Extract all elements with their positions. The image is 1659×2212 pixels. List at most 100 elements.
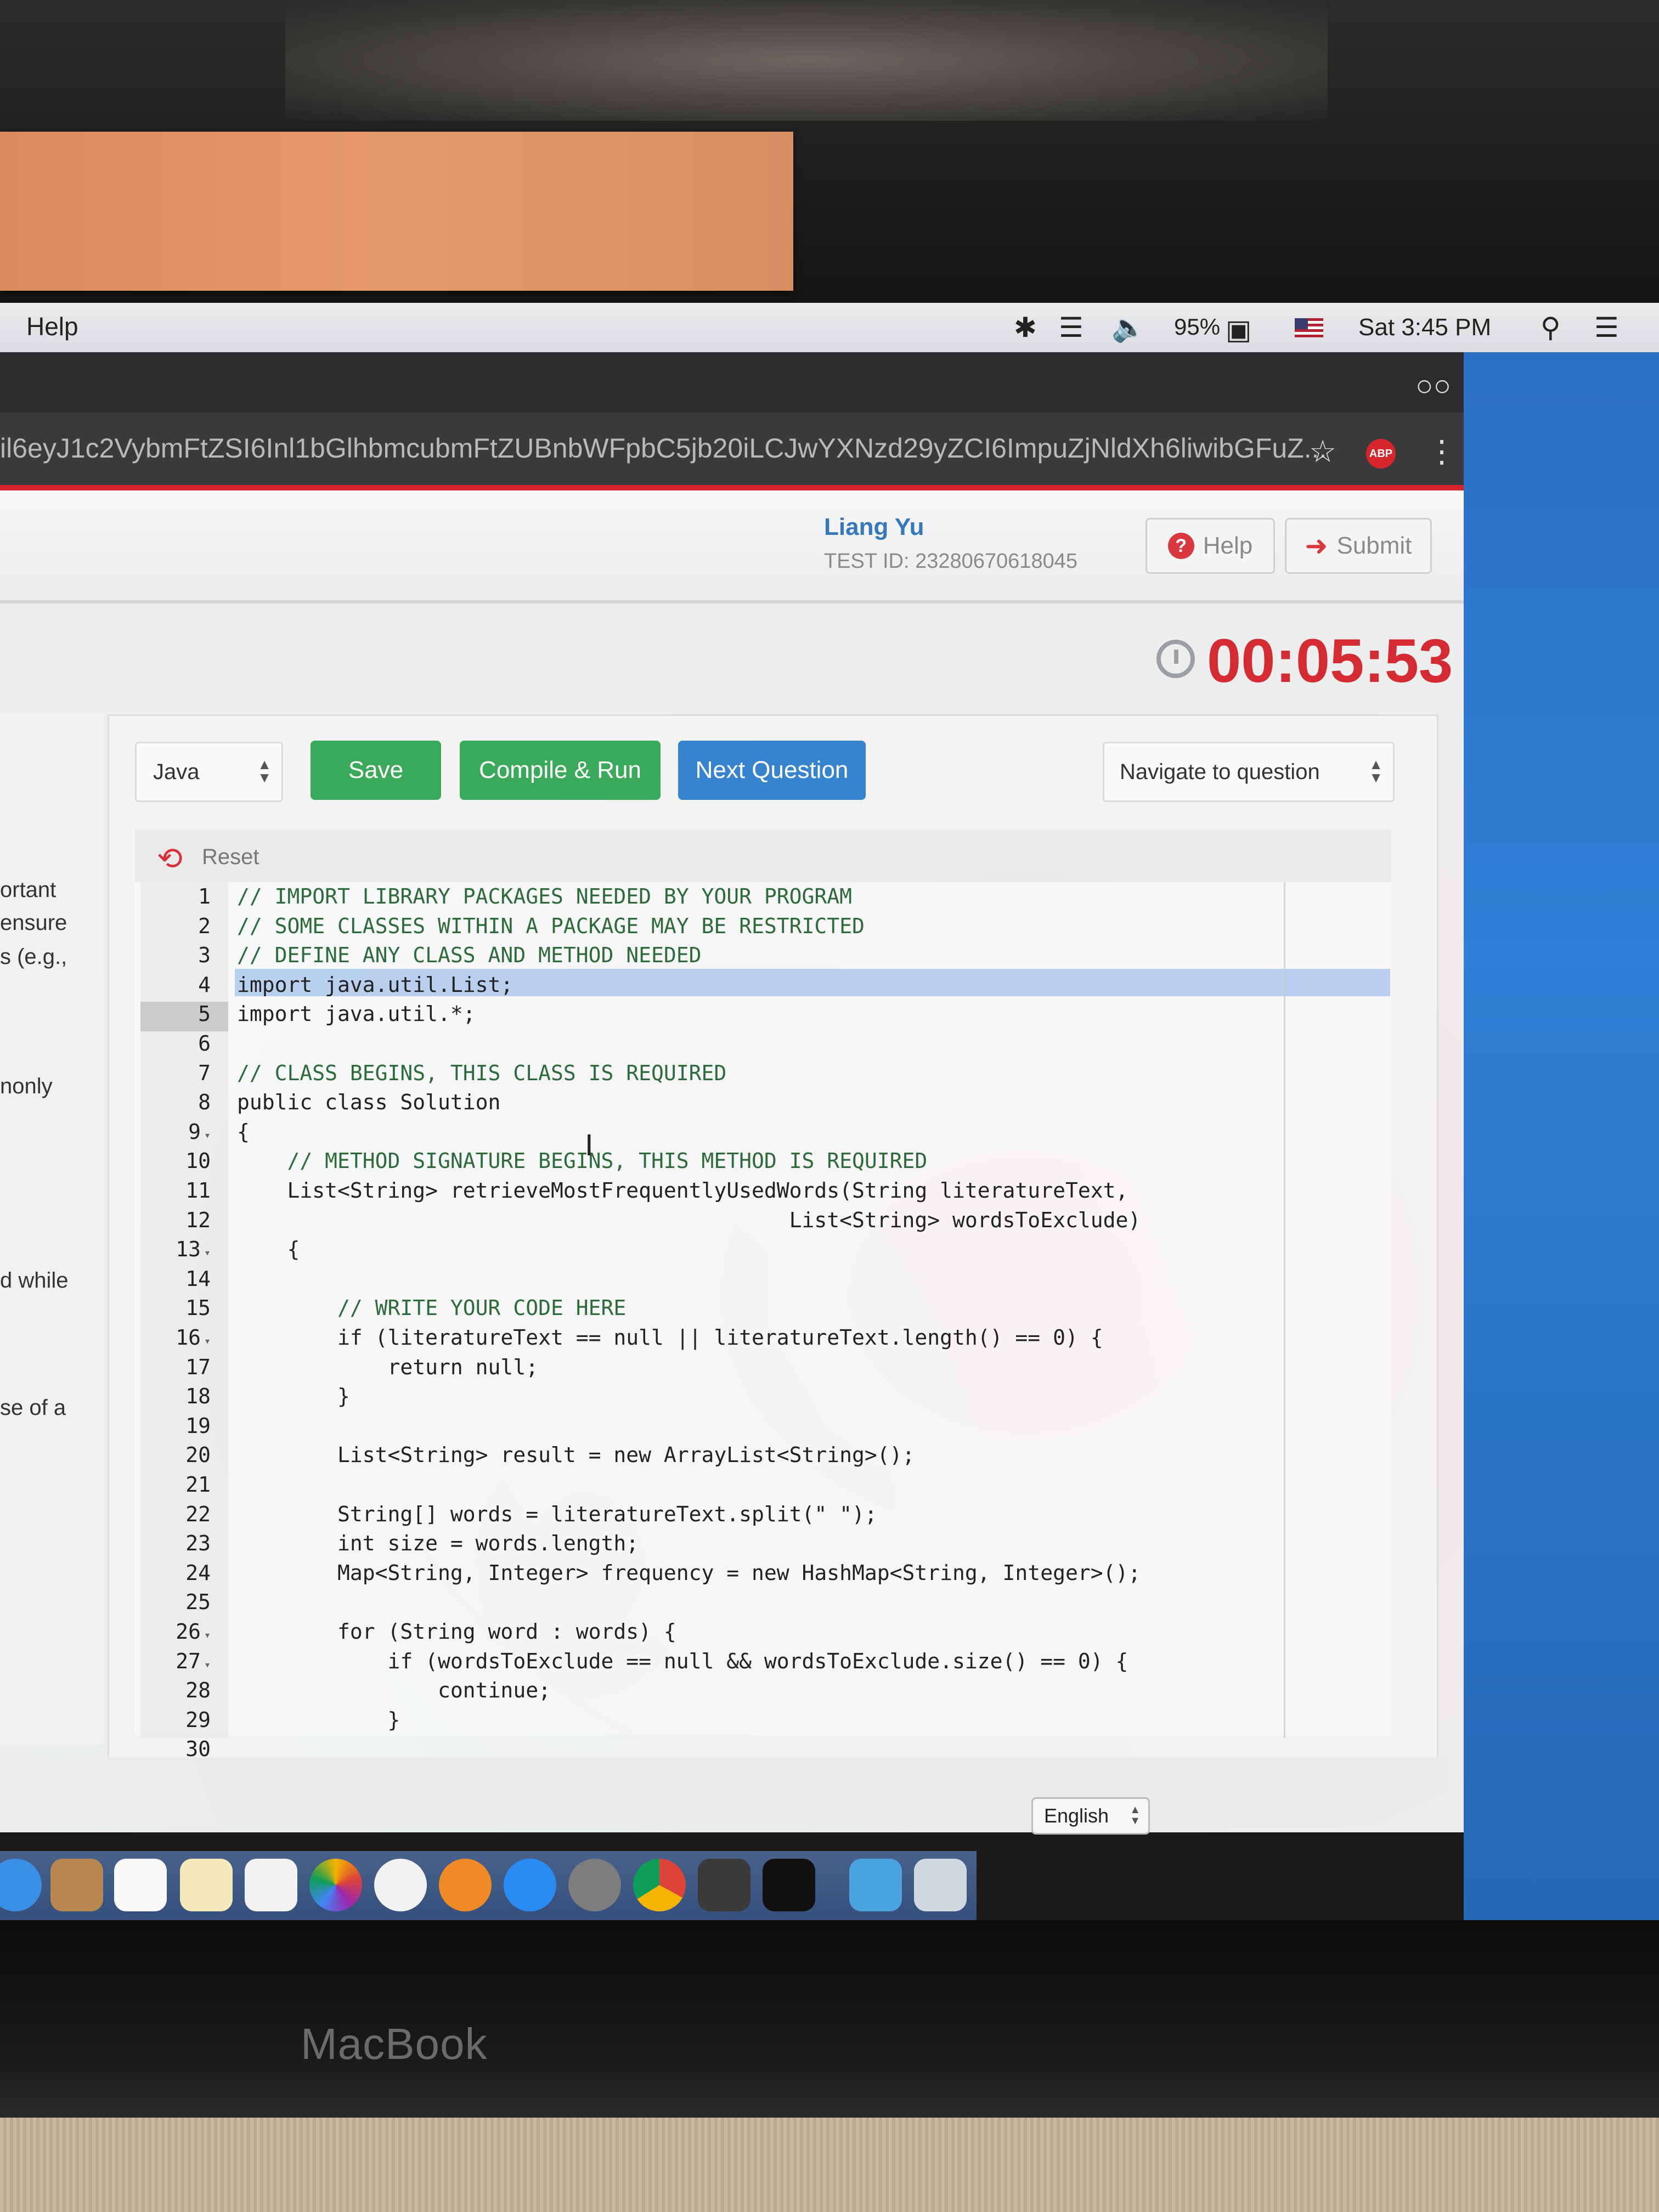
- problem-description-panel: [0, 713, 104, 1745]
- code-line[interactable]: {: [237, 1120, 250, 1144]
- wifi-icon[interactable]: ☰: [1059, 312, 1084, 343]
- keyboard-deck: [0, 2118, 1659, 2212]
- system-preferences-icon[interactable]: [568, 1859, 621, 1911]
- terminal-icon[interactable]: [763, 1859, 815, 1911]
- select-arrows-icon: ▲ ▼: [257, 756, 272, 786]
- line-number: 3: [198, 943, 211, 968]
- line-number: 6: [198, 1031, 211, 1056]
- code-line[interactable]: }: [237, 1708, 400, 1732]
- ui-language-select[interactable]: English ▲ ▼: [1031, 1797, 1150, 1835]
- notes-icon[interactable]: [180, 1859, 233, 1911]
- spotlight-icon[interactable]: ⚲: [1541, 312, 1561, 343]
- code-line[interactable]: if (wordsToExclude == null && wordsToExc…: [237, 1649, 1128, 1673]
- line-number: 29: [185, 1707, 211, 1732]
- help-button-label: Help: [1203, 532, 1253, 559]
- select-arrows-icon: ▲ ▼: [1369, 756, 1383, 786]
- save-button[interactable]: Save: [311, 741, 441, 800]
- adblock-extension-icon[interactable]: ABP: [1366, 439, 1396, 469]
- line-number: 23: [185, 1531, 211, 1556]
- code-line[interactable]: String[] words = literatureText.split(" …: [237, 1502, 877, 1526]
- code-line[interactable]: import java.util.*;: [237, 1002, 476, 1026]
- fold-arrow-icon[interactable]: ▾: [204, 1628, 211, 1641]
- bookmark-star-icon[interactable]: ☆: [1309, 433, 1336, 470]
- problem-text-fragment: se of a: [0, 1396, 66, 1420]
- problem-text-fragment: s (e.g.,: [0, 945, 67, 969]
- page-footer: [0, 1757, 1448, 1828]
- sign-in-icon: ➜: [1305, 531, 1328, 561]
- code-line[interactable]: import java.util.List;: [237, 973, 513, 997]
- line-number: 15: [185, 1296, 211, 1321]
- line-number: 10: [185, 1149, 211, 1173]
- code-line[interactable]: // CLASS BEGINS, THIS CLASS IS REQUIRED: [237, 1061, 726, 1085]
- code-line[interactable]: // SOME CLASSES WITHIN A PACKAGE MAY BE …: [237, 914, 865, 938]
- code-line[interactable]: if (literatureText == null || literature…: [237, 1325, 1103, 1350]
- itunes-icon[interactable]: [374, 1859, 427, 1911]
- browser-tab-strip: [0, 352, 1464, 413]
- code-line[interactable]: List<String> wordsToExclude): [237, 1208, 1141, 1232]
- problem-text-fragment: nonly: [0, 1074, 53, 1098]
- code-line[interactable]: // IMPORT LIBRARY PACKAGES NEEDED BY YOU…: [237, 884, 852, 909]
- menu-help[interactable]: Help: [26, 312, 78, 341]
- volume-icon[interactable]: 🔈: [1111, 312, 1146, 344]
- problem-text-fragment: ortant: [0, 878, 57, 902]
- code-line[interactable]: // WRITE YOUR CODE HERE: [237, 1296, 626, 1320]
- line-number: 9 ▾: [188, 1119, 211, 1144]
- chrome-icon[interactable]: [633, 1859, 686, 1911]
- battery-icon[interactable]: ▣: [1226, 314, 1251, 346]
- user-name: Liang Yu: [824, 514, 924, 540]
- app-store-icon[interactable]: [504, 1859, 556, 1911]
- battery-percentage: 95%: [1174, 314, 1221, 340]
- fold-arrow-icon[interactable]: ▾: [204, 1334, 211, 1347]
- menu-clock[interactable]: Sat 3:45 PM: [1358, 314, 1491, 341]
- sticky-note: [0, 132, 793, 291]
- line-number: 11: [185, 1178, 211, 1203]
- books-icon[interactable]: [439, 1859, 492, 1911]
- flag-icon[interactable]: [1295, 318, 1323, 338]
- code-line[interactable]: List<String> retrieveMostFrequentlyUsedW…: [237, 1178, 1128, 1203]
- next-question-button[interactable]: Next Question: [678, 741, 866, 800]
- address-bar[interactable]: il6eyJ1c2VybmFtZSI6Inl1bGlhbmcubmFtZUBnb…: [0, 432, 1327, 464]
- fold-arrow-icon[interactable]: ▾: [204, 1128, 211, 1142]
- code-line[interactable]: Map<String, Integer> frequency = new Has…: [237, 1561, 1141, 1585]
- fold-arrow-icon[interactable]: ▾: [204, 1658, 211, 1671]
- code-line[interactable]: {: [237, 1237, 300, 1261]
- code-line[interactable]: public class Solution: [237, 1090, 500, 1114]
- trash-icon[interactable]: [914, 1859, 967, 1911]
- code-line[interactable]: List<String> result = new ArrayList<Stri…: [237, 1443, 915, 1467]
- reset-icon[interactable]: ⟲: [157, 840, 183, 877]
- reminders-icon[interactable]: [245, 1859, 297, 1911]
- code-line[interactable]: }: [237, 1384, 350, 1408]
- compile-run-button[interactable]: Compile & Run: [460, 741, 661, 800]
- downloads-folder-icon[interactable]: [849, 1859, 902, 1911]
- navigate-question-select[interactable]: Navigate to question ▲ ▼: [1103, 742, 1395, 802]
- language-select[interactable]: Java ▲ ▼: [135, 742, 283, 802]
- notification-center-icon[interactable]: ☰: [1594, 312, 1619, 343]
- select-arrows-icon: ▲ ▼: [1130, 1804, 1141, 1827]
- page-accent-line: [0, 485, 1464, 490]
- line-number: 27 ▾: [176, 1649, 211, 1673]
- line-number: 25: [185, 1590, 211, 1615]
- line-number: 21: [185, 1472, 211, 1497]
- calendar-icon[interactable]: [114, 1859, 167, 1911]
- help-button[interactable]: ? Help: [1146, 518, 1275, 574]
- browser-menu-icon[interactable]: ⋮: [1426, 433, 1457, 470]
- code-line[interactable]: // METHOD SIGNATURE BEGINS, THIS METHOD …: [237, 1149, 928, 1173]
- bluetooth-icon[interactable]: ✱: [1014, 312, 1037, 343]
- code-line[interactable]: return null;: [237, 1355, 539, 1379]
- code-line[interactable]: int size = words.length;: [237, 1531, 639, 1555]
- line-number: 16 ▾: [176, 1325, 211, 1350]
- submit-button-label: Submit: [1336, 532, 1412, 559]
- desktop-wallpaper: [1464, 307, 1659, 1920]
- code-line[interactable]: // DEFINE ANY CLASS AND METHOD NEEDED: [237, 943, 701, 967]
- contacts-icon[interactable]: [50, 1859, 103, 1911]
- line-number: 5: [198, 1002, 211, 1026]
- submit-button[interactable]: ➜ Submit: [1285, 518, 1432, 574]
- code-line[interactable]: for (String word : words) {: [237, 1620, 676, 1644]
- sublime-text-icon[interactable]: [698, 1859, 751, 1911]
- line-number: 24: [185, 1560, 211, 1585]
- code-line[interactable]: continue;: [237, 1678, 551, 1702]
- background-sleeve: [285, 0, 1328, 121]
- photos-icon[interactable]: [309, 1859, 362, 1911]
- reset-button[interactable]: Reset: [202, 845, 259, 870]
- fold-arrow-icon[interactable]: ▾: [204, 1246, 211, 1259]
